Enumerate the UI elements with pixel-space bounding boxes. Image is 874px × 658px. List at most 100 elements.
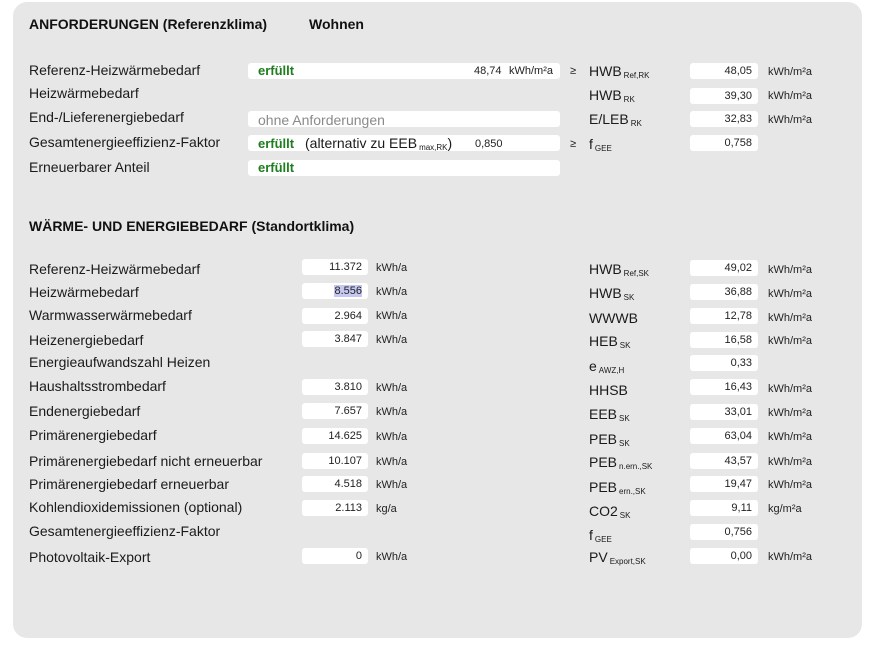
dem-label-peb: Primärenergiebedarf (29, 427, 157, 443)
dem-result-eeb: 33,01 (690, 404, 758, 420)
dem-label-peb-ern: Primärenergiebedarf erneuerbar (29, 476, 229, 492)
dem-label-hwb: Heizwärmebedarf (29, 284, 139, 300)
dem-value-pv: 0 (302, 548, 368, 564)
dem-unit-peb-ern: kWh/a (376, 479, 408, 491)
requirements-title: ANFORDERUNGEN (Referenzklima) (29, 16, 268, 32)
dem-symbol-eawz: e AWZ,H (589, 358, 625, 375)
req-result-ref-hwb: 48,05 (690, 63, 758, 79)
dem-label-co2: Kohlendioxidemissionen (optional) (29, 499, 243, 515)
dem-result-unit-peb: kWh/m²a (768, 431, 812, 443)
dem-result-unit-eeb: kWh/m²a (768, 407, 812, 419)
dem-result-peb-ern: 19,47 (690, 476, 758, 492)
dem-symbol-peb-ern: PEB ern.,SK (589, 479, 646, 496)
req-label-eleb: End-/Lieferenergiebedarf (29, 109, 184, 125)
req-value-fgee: 0,850 (475, 138, 503, 150)
dem-result-fgee: 0,756 (690, 524, 758, 540)
req-status-eleb: ohne Anforderungen (258, 112, 385, 128)
req-unit-ref-hwb: kWh/m²a (509, 65, 553, 77)
dem-result-peb: 63,04 (690, 428, 758, 444)
req-result-unit-hwb: kWh/m²a (768, 90, 812, 102)
dem-label-peb-nern: Primärenergiebedarf nicht erneuerbar (29, 453, 263, 469)
dem-label-fgee: Gesamtenergieeffizienz-Faktor (29, 523, 221, 539)
dem-symbol-pv: PV Export,SK (589, 549, 646, 566)
dem-label-ref-hwb: Referenz-Heizwärmebedarf (29, 261, 201, 277)
req-label-ref-hwb: Referenz-Heizwärmebedarf (29, 62, 201, 78)
geq-symbol-2: ≥ (570, 138, 577, 150)
dem-unit-eeb: kWh/a (376, 406, 408, 418)
dem-label-pv: Photovoltaik-Export (29, 549, 151, 565)
dem-label-hhsb: Haushaltsstrombedarf (29, 378, 166, 394)
dem-unit-ref-hwb: kWh/a (376, 262, 408, 274)
dem-symbol-eeb: EEB SK (589, 406, 630, 423)
dem-value-hwb[interactable]: 8.556 (334, 285, 362, 297)
dem-result-unit-wwwb: kWh/m²a (768, 312, 812, 324)
req-label-renewable: Erneuerbarer Anteil (29, 159, 150, 175)
dem-label-heb: Heizenergiebedarf (29, 332, 144, 348)
dem-unit-hwb: kWh/a (376, 286, 408, 298)
dem-label-wwwb: Warmwasserwärmebedarf (29, 307, 192, 323)
dem-symbol-co2: CO2 SK (589, 503, 631, 520)
dem-label-eawz: Energieaufwandszahl Heizen (29, 354, 211, 370)
dem-result-peb-nern: 43,57 (690, 453, 758, 469)
req-status-ref-hwb: erfüllt (258, 63, 295, 78)
req-label-fgee: Gesamtenergieeffizienz-Faktor (29, 134, 221, 150)
dem-value-heb: 3.847 (302, 331, 368, 347)
dem-result-unit-hwb: kWh/m²a (768, 288, 812, 300)
dem-result-unit-co2: kg/m²a (768, 503, 802, 515)
dem-symbol-fgee: f GEE (589, 527, 612, 544)
req-symbol-ref-hwb: HWB Ref,RK (589, 63, 650, 80)
dem-value-peb-ern: 4.518 (302, 476, 368, 492)
dem-symbol-ref-hwb: HWB Ref,SK (589, 261, 650, 278)
req-status-field-renewable (248, 160, 560, 176)
dem-symbol-peb: PEB SK (589, 431, 630, 448)
demand-title: WÄRME- UND ENERGIEBEDARF (Standortklima) (29, 218, 355, 234)
dem-result-hhsb: 16,43 (690, 379, 758, 395)
dem-result-hwb: 36,88 (690, 284, 758, 300)
req-symbol-eleb: E/LEB RK (589, 111, 642, 128)
dem-value-eeb: 7.657 (302, 403, 368, 419)
req-value-ref-hwb: 48,74 (474, 65, 502, 77)
dem-result-unit-heb: kWh/m²a (768, 335, 812, 347)
dem-symbol-wwwb: WWWB (589, 310, 638, 326)
dem-unit-co2: kg/a (376, 503, 397, 515)
dem-result-wwwb: 12,78 (690, 308, 758, 324)
dem-result-unit-peb-ern: kWh/m²a (768, 479, 812, 491)
req-alt-note: (alternativ zu EEB max,RK) (305, 135, 453, 152)
dem-result-eawz: 0,33 (690, 355, 758, 371)
dem-result-unit-ref-hwb: kWh/m²a (768, 264, 812, 276)
dem-result-unit-peb-nern: kWh/m²a (768, 456, 812, 468)
req-symbol-hwb: HWB RK (589, 87, 635, 104)
dem-result-co2: 9,11 (690, 500, 758, 516)
dem-result-ref-hwb: 49,02 (690, 260, 758, 276)
dem-result-unit-pv: kWh/m²a (768, 551, 812, 563)
req-symbol-fgee: f GEE (589, 136, 612, 153)
req-status-renewable: erfüllt (258, 160, 295, 175)
req-result-fgee: 0,758 (690, 135, 758, 151)
dem-symbol-peb-nern: PEB n.ern.,SK (589, 454, 653, 471)
dem-unit-peb-nern: kWh/a (376, 456, 408, 468)
dem-unit-hhsb: kWh/a (376, 382, 408, 394)
req-label-hwb: Heizwärmebedarf (29, 85, 139, 101)
dem-value-hhsb: 3.810 (302, 379, 368, 395)
dem-value-peb-nern: 10.107 (302, 453, 368, 469)
dem-unit-peb: kWh/a (376, 431, 408, 443)
dem-value-hwb-field[interactable]: 8.556 (302, 283, 368, 299)
dem-value-peb: 14.625 (302, 428, 368, 444)
dem-symbol-heb: HEB SK (589, 333, 631, 350)
dem-value-co2: 2.113 (302, 500, 368, 516)
dem-result-pv: 0,00 (690, 548, 758, 564)
dem-value-wwwb: 2.964 (302, 308, 368, 324)
req-result-unit-eleb: kWh/m²a (768, 114, 812, 126)
req-status-fgee: erfüllt (258, 136, 295, 151)
dem-unit-heb: kWh/a (376, 334, 408, 346)
req-result-hwb: 39,30 (690, 88, 758, 104)
dem-result-heb: 16,58 (690, 332, 758, 348)
dem-unit-wwwb: kWh/a (376, 310, 408, 322)
dem-symbol-hhsb: HHSB (589, 382, 628, 398)
dem-label-eeb: Endenergiebedarf (29, 403, 141, 419)
dem-symbol-hwb: HWB SK (589, 285, 635, 302)
usage-label: Wohnen (309, 16, 364, 32)
dem-unit-pv: kWh/a (376, 551, 408, 563)
req-result-unit-ref-hwb: kWh/m²a (768, 66, 812, 78)
req-result-eleb: 32,83 (690, 111, 758, 127)
